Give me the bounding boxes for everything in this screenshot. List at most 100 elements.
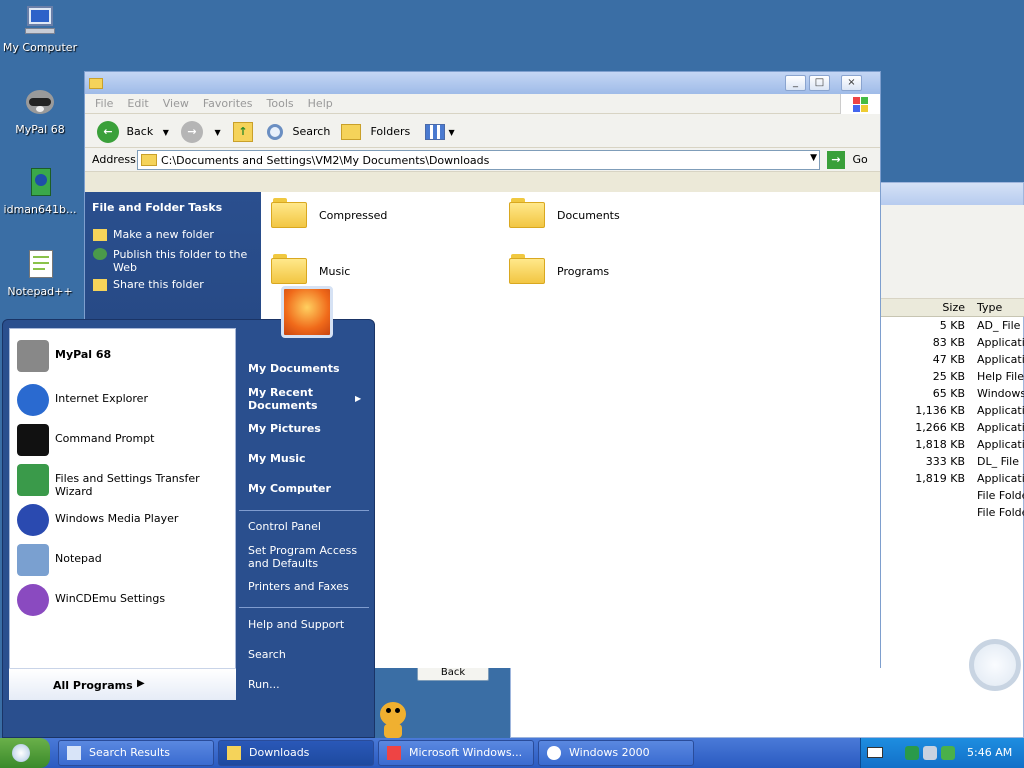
start-menu-my-computer[interactable]: My Computer [248,482,348,495]
raccoon-icon [23,86,57,120]
forward-toolbar-button[interactable]: → ▼ [181,120,225,144]
chevron-down-icon: ▼ [162,128,169,137]
close-button[interactable]: × [841,75,862,91]
start-menu-my-music[interactable]: My Music [248,452,348,465]
start-menu-set-program-access-and-defaults[interactable]: Set Program Access and Defaults [248,544,358,570]
start-menu: All Programs ▶ ▶ MyPal 68 Internet Explor… [2,286,375,738]
desktop-icon-label: idman641b... [3,203,77,216]
menu-tools[interactable]: Tools [267,94,294,114]
taskbar-button-downloads[interactable]: Downloads [218,740,374,766]
windows-orb-icon [12,744,30,762]
file-size-cell: 47 KB [932,353,965,366]
arrow-right-icon: ▶ [137,678,145,689]
maximize-button[interactable]: □ [809,75,830,91]
task-make-new-folder[interactable]: Make a new folder [93,228,214,241]
start-menu-help-and-support[interactable]: Help and Support [248,618,358,631]
share-folder-icon [93,279,107,291]
file-size-cell: 25 KB [932,370,965,383]
go-button[interactable]: → Go [827,151,875,169]
info-icon [547,746,561,760]
start-menu-item-mypal-68[interactable]: MyPal 68 [11,338,231,374]
start-menu-separator [239,607,369,608]
file-type-cell: AD_ File [977,319,1021,332]
globe-icon [93,248,107,260]
start-menu-run-[interactable]: Run... [248,678,358,691]
clock[interactable]: 5:46 AM [967,746,1012,759]
taskbar-button-search-results[interactable]: Search Results [58,740,214,766]
installer-icon [23,166,57,200]
start-menu-item-wincdemu-settings[interactable]: WinCDEmu Settings [11,582,231,618]
system-tray: 5:46 AM [860,738,1024,768]
network-icon[interactable] [905,746,919,760]
task-share-folder[interactable]: Share this folder [93,278,204,291]
start-menu-printers-and-faxes[interactable]: Printers and Faxes [248,580,358,593]
search-dog-icon[interactable] [376,700,410,738]
chevron-down-icon: ▼ [214,128,221,137]
start-menu-my-documents[interactable]: My Documents [248,362,348,375]
search-toolbar-button[interactable]: Search [267,120,333,144]
all-programs-button[interactable]: All Programs ▶ [9,668,236,700]
start-menu-item-internet-explorer[interactable]: Internet Explorer [11,382,231,418]
desktop-icon-notepadpp[interactable]: Notepad++ [0,248,80,298]
views-icon [425,124,445,140]
menu-edit[interactable]: Edit [127,94,148,114]
taskbar-button-microsoft-windows[interactable]: Microsoft Windows... [378,740,534,766]
start-menu-separator [239,510,369,511]
file-size-cell: 1,818 KB [915,438,965,451]
chevron-down-icon: ▼ [448,128,455,137]
column-header-type[interactable]: Type [977,301,1002,314]
start-menu-item-command-prompt[interactable]: Command Prompt [11,422,231,458]
file-type-cell: Help File [977,370,1024,383]
desktop-icon-mypal[interactable]: MyPal 68 [0,86,80,136]
folder-icon [509,198,545,228]
start-menu-item-files-and-settings-transfer-wizard[interactable]: Files and Settings Transfer Wizard [11,462,231,498]
new-folder-icon [93,229,107,241]
menu-file[interactable]: File [95,94,113,114]
start-menu-control-panel[interactable]: Control Panel [248,520,358,533]
column-header-size[interactable]: Size [883,301,965,314]
forward-arrow-icon: → [181,121,203,143]
transfer-wizard-icon [17,464,49,496]
start-menu-item-notepad[interactable]: Notepad [11,542,231,578]
command-prompt-icon [17,424,49,456]
start-menu-my-pictures[interactable]: My Pictures [248,422,348,435]
menu-bar: File Edit View Favorites Tools Help [85,94,880,114]
folder-small-icon [89,78,103,89]
folder-small-icon [141,154,157,166]
folders-toolbar-button[interactable]: Folders [341,120,413,144]
start-menu-search[interactable]: Search [248,648,358,661]
address-field[interactable]: C:\Documents and Settings\VM2\My Documen… [137,150,820,170]
up-arrow-icon: ↑ [233,122,253,142]
up-folder-button[interactable]: ↑ [233,120,255,144]
file-type-cell: Applicatio [977,353,1024,366]
folder-icon [271,198,307,228]
back-toolbar-button[interactable]: ← Back ▼ [97,120,169,144]
user-picture[interactable] [281,286,333,338]
menu-view[interactable]: View [163,94,189,114]
address-bar: Address C:\Documents and Settings\VM2\My… [85,148,880,172]
desktop-icon-my-computer[interactable]: My Computer [0,4,80,54]
menu-help[interactable]: Help [308,94,333,114]
menu-favorites[interactable]: Favorites [203,94,253,114]
task-publish-folder[interactable]: Publish this folder to the Web [93,248,253,274]
minimize-button[interactable]: _ [785,75,806,91]
keyboard-icon[interactable] [867,747,883,758]
views-toolbar-button[interactable]: ▼ [425,120,459,144]
folder-icon [227,746,241,760]
taskbar-button-windows-2000[interactable]: Windows 2000 [538,740,694,766]
folder-icon [509,254,545,284]
windows-flag-icon [387,746,401,760]
safely-remove-icon[interactable] [941,746,955,760]
volume-icon[interactable] [923,746,937,760]
start-button[interactable] [0,738,50,768]
address-dropdown-button[interactable]: ▼ [810,153,817,163]
desktop-icon-idman[interactable]: idman641b... [0,166,80,216]
file-size-cell: 1,136 KB [915,404,965,417]
start-menu-my-recent-documents[interactable]: My Recent Documents [248,386,348,412]
desktop-icon-label: Notepad++ [7,285,73,298]
file-type-cell: File Folde [977,506,1024,519]
start-menu-item-windows-media-player[interactable]: Windows Media Player [11,502,231,538]
file-type-cell: Applicatio [977,336,1024,349]
downloads-titlebar[interactable]: _ □ × [85,72,880,94]
file-size-cell: 83 KB [932,336,965,349]
